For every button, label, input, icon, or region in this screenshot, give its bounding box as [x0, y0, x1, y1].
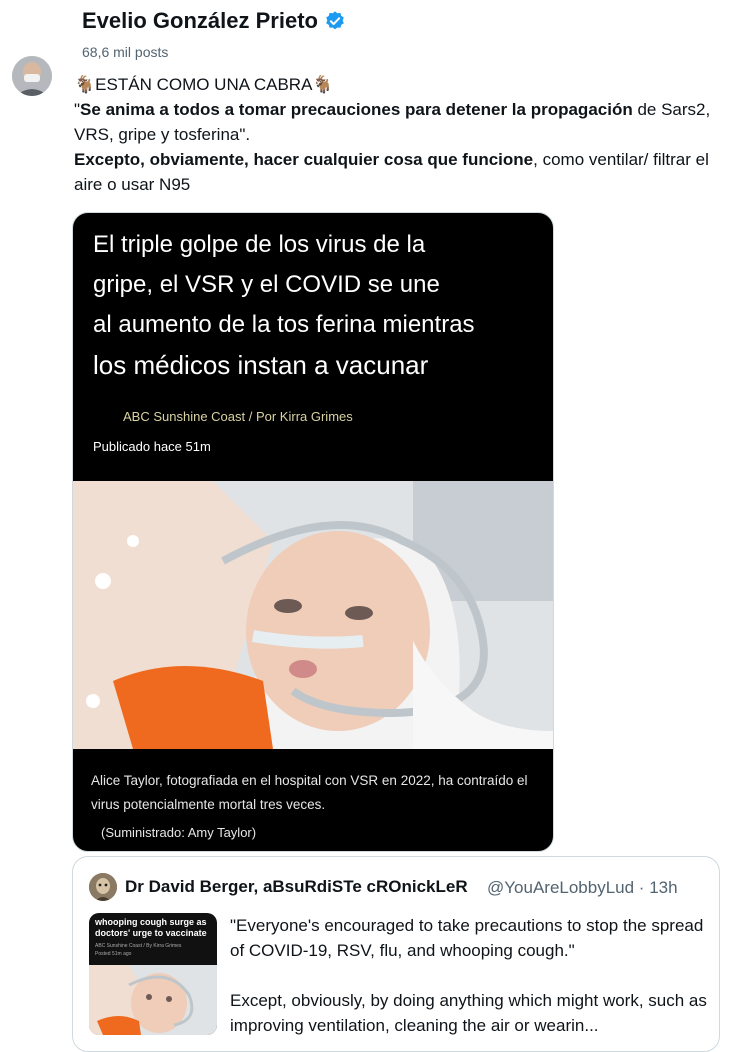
quoted-paragraph-1: "Everyone's encouraged to take precautio…: [230, 916, 704, 960]
card-source: ABC Sunshine Coast / Por Kirra Grimes: [123, 409, 353, 424]
card-headline-line: los médicos instan a vacunar: [93, 350, 429, 380]
post-count: 68,6 mil posts: [82, 44, 169, 60]
card-published: Publicado hace 51m: [93, 439, 211, 454]
quoted-paragraph-2: Except, obviously, by doing anything whi…: [230, 991, 707, 1035]
quoted-author-avatar: [89, 873, 117, 901]
card-headline-line: al aumento de la tos ferina mientras: [93, 311, 475, 338]
photo-caption: Alice Taylor, fotografiada en el hospita…: [91, 773, 528, 812]
profile-display-name[interactable]: Evelio González Prieto: [82, 8, 318, 34]
quoted-tweet[interactable]: Dr David Berger, aBsuRdiSTe cROnickLeR @…: [72, 856, 720, 1052]
quoted-author-handle: @YouAreLobbyLud · 13h: [487, 878, 678, 897]
tweet-paragraph-1: "Se anima a todos a tomar precauciones p…: [74, 100, 711, 144]
quoted-text: "Everyone's encouraged to take precautio…: [230, 913, 710, 1038]
tweet-line-heading: 🐐ESTÁN COMO UNA CABRA🐐: [74, 75, 334, 94]
thumbnail-title: whooping cough surge as doctors' urge to…: [95, 917, 207, 938]
verified-badge-icon: [326, 11, 344, 30]
profile-header: Evelio González Prieto 68,6 mil posts: [0, 0, 738, 66]
quoted-author-name: Dr David Berger, aBsuRdiSTe cROnickLeR: [125, 877, 468, 896]
photo-credit: (Suministrado: Amy Taylor): [101, 825, 257, 840]
thumbnail-source: ABC Sunshine Coast / By Kirra Grimes: [95, 943, 182, 949]
quoted-thumbnail: whooping cough surge as doctors' urge to…: [89, 913, 217, 1035]
tweet-body: 🐐ESTÁN COMO UNA CABRA🐐 "Se anima a todos…: [74, 72, 724, 197]
media-card[interactable]: El triple golpe de los virus de la gripe…: [72, 212, 554, 852]
card-headline-line: El triple golpe de los virus de la: [93, 231, 426, 258]
card-headline-line: gripe, el VSR y el COVID se une: [93, 271, 440, 298]
thumbnail-published: Posted 51m ago: [95, 951, 132, 957]
baby-photo: [73, 481, 553, 749]
tweet-paragraph-2: Excepto, obviamente, hacer cualquier cos…: [74, 150, 709, 194]
profile-title: Evelio González Prieto: [82, 8, 346, 34]
card-headline: El triple golpe de los virus de la gripe…: [93, 225, 543, 385]
author-avatar[interactable]: [12, 56, 52, 96]
